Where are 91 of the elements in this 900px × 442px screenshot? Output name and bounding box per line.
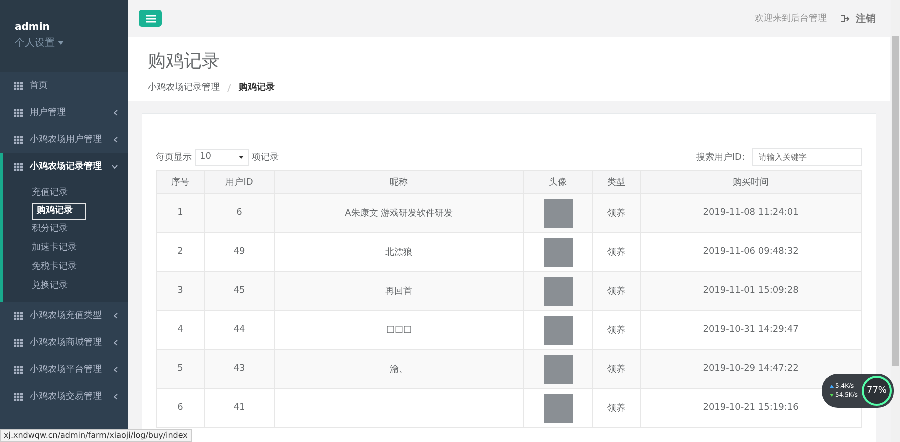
column-header: 购买时间 <box>640 170 862 194</box>
table-cell: 49 <box>234 247 246 257</box>
per-page-suffix: 项记录 <box>252 152 279 164</box>
table-cell: 2019-10-31 14:29:47 <box>703 325 799 335</box>
column-header: 类型 <box>592 170 641 194</box>
page-title: 购鸡记录 <box>148 50 221 73</box>
table-cell: 6 <box>178 403 184 413</box>
status-url: xj.xndwqw.cn/admin/farm/xiaoji/log/buy/index <box>0 429 192 442</box>
table-cell: 领养 <box>608 404 626 414</box>
table-cell: 45 <box>234 286 246 296</box>
table-cell: 2019-10-21 15:19:16 <box>703 403 799 413</box>
chevron-icon <box>114 394 118 400</box>
grid-icon <box>14 108 23 116</box>
grid-icon <box>14 338 23 346</box>
per-page-label: 每页显示 <box>156 152 192 164</box>
user-name: admin <box>15 22 51 33</box>
avatar-photo-placeholder <box>544 354 573 384</box>
table-cell: 43 <box>234 364 246 374</box>
column-header: 序号 <box>156 170 205 194</box>
chevron-icon <box>112 164 118 168</box>
avatar-photo-placeholder <box>544 276 573 306</box>
table-cell: 3 <box>178 286 184 296</box>
column-header: 用户ID <box>204 170 274 194</box>
grid-icon <box>14 312 23 320</box>
submenu-item[interactable]: 积分记录 <box>32 220 128 239</box>
menu-button[interactable] <box>139 10 162 27</box>
avatar-photo-placeholder <box>544 394 573 422</box>
chevron-icon <box>114 136 118 142</box>
up-arrow-icon <box>830 385 834 388</box>
nav-item[interactable]: 小鸡农场记录管理 <box>0 153 128 180</box>
table-cell: 4 <box>178 325 184 335</box>
submenu-item[interactable]: 充值记录 <box>32 184 128 203</box>
table-cell: 领养 <box>608 208 626 218</box>
table-cell: 领养 <box>608 326 626 336</box>
nav-item[interactable]: 用户管理 <box>0 99 128 126</box>
submenu-item[interactable]: 购鸡记录 <box>32 203 86 220</box>
nav-item[interactable]: 小鸡农场商城管理 <box>0 329 128 356</box>
search-label: 搜索用户ID: <box>696 152 745 164</box>
grid-icon <box>14 366 23 374</box>
table-cell: 领养 <box>608 248 626 258</box>
usage-percent: 77% <box>862 376 892 406</box>
table-cell: 6 <box>236 208 242 218</box>
nav-item[interactable]: 小鸡农场平台管理 <box>0 356 128 383</box>
grid-icon <box>14 162 23 170</box>
submenu-item[interactable]: 兑换记录 <box>32 277 128 296</box>
table-cell: 1 <box>178 208 184 218</box>
breadcrumb-item[interactable]: 小鸡农场记录管理 <box>148 81 220 94</box>
table-cell: 领养 <box>608 364 626 374</box>
table-cell: 2019-11-06 09:48:32 <box>703 247 799 257</box>
avatar-photo-placeholder <box>544 316 573 344</box>
grid-icon <box>14 136 23 144</box>
table-cell: 44 <box>234 325 246 335</box>
table-cell: 北漂狼 <box>386 248 413 258</box>
table-cell: 2 <box>178 247 184 257</box>
table-cell: A朱康文 游戏研发软件研发 <box>345 208 454 218</box>
logout-link[interactable]: 注销 <box>841 12 876 26</box>
chevron-icon <box>114 340 118 346</box>
table-cell: 领养 <box>608 286 626 296</box>
table-cell: □□□ <box>386 325 412 335</box>
nav-item[interactable]: 小鸡农场用户管理 <box>0 126 128 153</box>
table-cell: 41 <box>234 403 246 413</box>
menu-icon <box>146 14 156 22</box>
search-field[interactable]: 请输入关键字 <box>752 148 862 166</box>
settings-link[interactable]: 个人设置 <box>15 36 55 50</box>
nav-item[interactable]: 小鸡农场充值类型 <box>0 302 128 329</box>
down-arrow-icon <box>830 394 834 397</box>
table-cell: 5 <box>178 364 184 374</box>
caret-icon <box>58 41 64 45</box>
sign-out-icon <box>841 14 850 22</box>
table-cell: 瀹、 <box>390 364 408 374</box>
chevron-icon <box>114 110 118 116</box>
table-cell: 再回首 <box>386 286 413 296</box>
nav-item[interactable]: 首页 <box>0 72 128 99</box>
caret-icon <box>239 156 244 158</box>
table-cell: 2019-11-08 11:24:01 <box>703 208 799 218</box>
nav-item[interactable]: 小鸡农场交易管理 <box>0 383 128 410</box>
grid-icon <box>14 82 23 90</box>
welcome-text: 欢迎来到后台管理 <box>755 12 827 25</box>
column-header: 昵称 <box>274 170 524 194</box>
chevron-icon <box>114 312 118 318</box>
avatar-photo-placeholder <box>544 238 573 266</box>
avatar-photo-placeholder <box>544 198 573 228</box>
submenu-item[interactable]: 免税卡记录 <box>32 258 128 277</box>
chevron-icon <box>114 366 118 372</box>
grid-icon <box>14 392 23 400</box>
breadcrumb-item: 购鸡记录 <box>239 82 275 94</box>
table-cell: 2019-10-29 14:47:22 <box>703 364 799 374</box>
table-cell: 2019-11-01 15:09:28 <box>703 286 799 296</box>
per-page-select[interactable]: 10 <box>195 148 249 166</box>
column-header: 头像 <box>524 170 592 194</box>
submenu-item[interactable]: 加速卡记录 <box>32 239 128 258</box>
